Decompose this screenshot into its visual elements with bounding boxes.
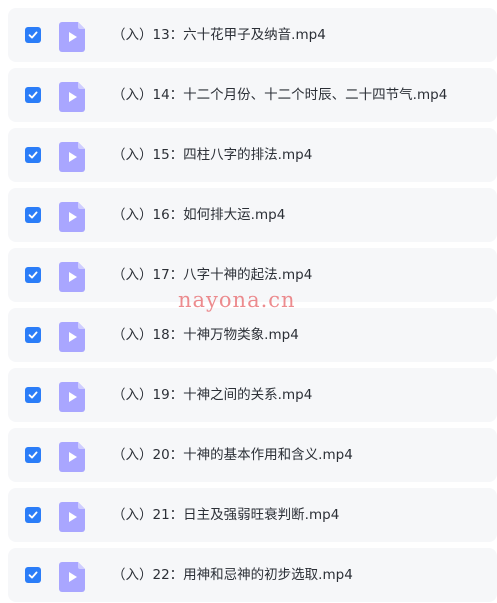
file-name[interactable]: （入）18：十神万物类象.mp4: [112, 308, 299, 362]
file-row[interactable]: （入）13：六十花甲子及纳音.mp4: [8, 8, 497, 62]
file-name[interactable]: （入）14：十二个月份、十二个时辰、二十四节气.mp4: [112, 68, 447, 122]
file-row[interactable]: （入）20：十神的基本作用和含义.mp4: [8, 428, 497, 482]
video-file-icon: [59, 382, 85, 412]
video-file-icon: [59, 562, 85, 592]
file-name[interactable]: （入）16：如何排大运.mp4: [112, 188, 285, 242]
file-name[interactable]: （入）13：六十花甲子及纳音.mp4: [112, 8, 326, 62]
file-row[interactable]: （入）18：十神万物类象.mp4: [8, 308, 497, 362]
file-row[interactable]: （入）16：如何排大运.mp4: [8, 188, 497, 242]
checkmark-icon: [28, 91, 38, 99]
file-name[interactable]: （入）19：十神之间的关系.mp4: [112, 368, 312, 422]
video-file-icon: [59, 442, 85, 472]
video-file-icon: [59, 22, 85, 52]
checkmark-icon: [28, 31, 38, 39]
checkbox[interactable]: [25, 387, 41, 403]
checkbox[interactable]: [25, 507, 41, 523]
checkmark-icon: [28, 451, 38, 459]
checkmark-icon: [28, 571, 38, 579]
checkbox[interactable]: [25, 267, 41, 283]
checkbox[interactable]: [25, 27, 41, 43]
file-row[interactable]: （入）19：十神之间的关系.mp4: [8, 368, 497, 422]
checkmark-icon: [28, 391, 38, 399]
video-file-icon: [59, 82, 85, 112]
file-row[interactable]: （入）15：四柱八字的排法.mp4: [8, 128, 497, 182]
video-file-icon: [59, 142, 85, 172]
file-list: （入）13：六十花甲子及纳音.mp4 （入）14：十二个月份、十二个时辰、二十四…: [0, 0, 497, 603]
file-row[interactable]: （入）14：十二个月份、十二个时辰、二十四节气.mp4: [8, 68, 497, 122]
file-name[interactable]: （入）20：十神的基本作用和含义.mp4: [112, 428, 353, 482]
file-name[interactable]: （入）21：日主及强弱旺衰判断.mp4: [112, 488, 339, 542]
file-row[interactable]: （入）21：日主及强弱旺衰判断.mp4: [8, 488, 497, 542]
video-file-icon: [59, 502, 85, 532]
checkbox[interactable]: [25, 207, 41, 223]
checkbox[interactable]: [25, 567, 41, 583]
checkmark-icon: [28, 511, 38, 519]
file-row[interactable]: （入）22：用神和忌神的初步选取.mp4: [8, 548, 497, 602]
checkmark-icon: [28, 211, 38, 219]
checkmark-icon: [28, 271, 38, 279]
video-file-icon: [59, 202, 85, 232]
checkbox[interactable]: [25, 147, 41, 163]
file-name[interactable]: （入）22：用神和忌神的初步选取.mp4: [112, 548, 353, 602]
checkmark-icon: [28, 151, 38, 159]
video-file-icon: [59, 322, 85, 352]
video-file-icon: [59, 262, 85, 292]
checkbox[interactable]: [25, 87, 41, 103]
checkmark-icon: [28, 331, 38, 339]
checkbox[interactable]: [25, 447, 41, 463]
file-name[interactable]: （入）15：四柱八字的排法.mp4: [112, 128, 312, 182]
file-name[interactable]: （入）17：八字十神的起法.mp4: [112, 248, 312, 302]
checkbox[interactable]: [25, 327, 41, 343]
file-row[interactable]: （入）17：八字十神的起法.mp4: [8, 248, 497, 302]
